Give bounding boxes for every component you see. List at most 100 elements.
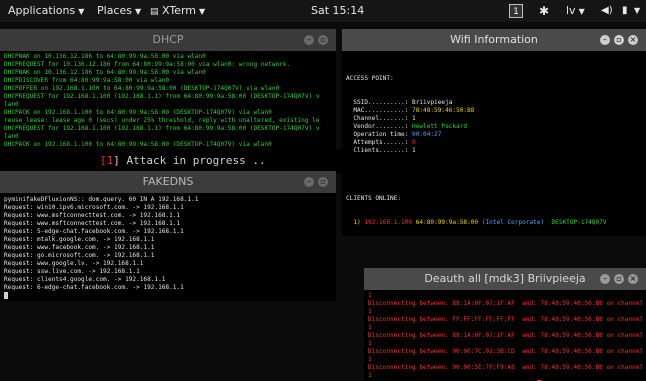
minimize-icon[interactable]: – [304, 35, 314, 45]
dhcp-window: DHCP – ▫ DHCPNAK on 10.136.12.186 to 64:… [0, 29, 336, 151]
field-label: MAC...........: [346, 107, 413, 114]
deauth-log-line: Disconnecting between: FF:FF:FF:FF:FF:FF… [368, 316, 642, 323]
minimize-icon[interactable]: – [304, 177, 314, 187]
maximize-icon[interactable]: ▫ [614, 274, 624, 284]
wifi-window: Wifi Information – ▫ × ACCESS POINT: SSI… [342, 29, 646, 236]
applications-label: Applications [8, 4, 76, 17]
dhcp-log-line: reuse_lease: lease age 0 (secs) under 25… [4, 117, 320, 124]
dhcp-log-line: DHCPREQUEST for 192.168.1.100 (192.168.1… [4, 125, 320, 132]
field-value: 78:48:59:46:50:B8 [412, 107, 475, 114]
chevron-down-icon: ▼ [78, 7, 85, 16]
workspace-indicator[interactable]: 1 [509, 4, 523, 18]
dns-request-line: Request: www.msftconnecttest.com. -> 192… [4, 220, 181, 227]
deauth-log-line: Disconnecting between: 88:1A:0F:07:1F:AF… [368, 300, 642, 307]
dhcp-log-line: DHCPACK on 192.168.1.100 to 64:80:99:9a:… [4, 109, 272, 116]
client-hostname: DESKTOP-174Q07V [551, 219, 607, 226]
clock[interactable]: Sat 15:14 [311, 0, 364, 22]
deauth-log-line: 1 [368, 324, 372, 331]
client-mac: 64:80:99:9a:58:00 [415, 219, 479, 226]
deauth-log-line: 1 [368, 356, 372, 363]
deauth-log-line: 1 [368, 308, 372, 315]
accessibility-icon[interactable]: ✱ [539, 0, 549, 22]
xterm-app-menu[interactable]: ▤ XTerm ▼ [150, 0, 205, 22]
access-point-field: SSID..........: Briivpieeja [346, 99, 642, 107]
places-menu[interactable]: Places ▼ [97, 0, 141, 22]
access-point-field: Operation time: 00:04:27 [346, 131, 642, 139]
client-row: 1) 192.168.1.100 64:80:99:9a:58:00 (Inte… [346, 219, 642, 227]
field-value: 0 [412, 139, 416, 146]
volume-icon[interactable]: ◀) [601, 0, 613, 22]
access-point-field: Channel.......: 1 [346, 115, 642, 123]
dns-request-line: Request: www.facebook.com. -> 192.168.1.… [4, 244, 155, 251]
attack-bracket-open: [ [100, 154, 107, 167]
dns-request-line: Request: 6-edge-chat.facebook.com. -> 19… [4, 284, 184, 291]
deauth-log: 1 Disconnecting between: 88:1A:0F:07:1F:A… [368, 292, 642, 381]
dhcp-log-line: DHCPREQUEST for 10.136.12.186 from 64:80… [4, 61, 291, 68]
access-point-field: MAC...........: 78:48:59:46:50:B8 [346, 107, 642, 115]
maximize-icon[interactable]: ▫ [318, 177, 328, 187]
maximize-icon[interactable]: ▫ [614, 35, 624, 45]
access-point-field: Clients.......: 1 [346, 147, 642, 155]
field-label: SSID..........: [346, 99, 413, 106]
field-value: 1 [412, 115, 416, 122]
deauth-log-line: 1 [368, 292, 372, 299]
dhcp-log: DHCPNAK on 10.136.12.186 to 64:80:99:9a:… [4, 53, 332, 151]
fakedns-log: pyminifakeDFluxionNS:: dom.query. 60 IN … [4, 196, 332, 301]
field-label: Operation time: [346, 131, 413, 138]
attack-status: [1] Attack in progress .. [0, 149, 343, 173]
field-label: Clients.......: [346, 147, 413, 154]
client-ip: 192.168.1.100 [364, 219, 413, 226]
wifi-title: Wifi Information [450, 33, 538, 46]
dns-request-line: Request: win10.ipv6.microsoft.com. -> 19… [4, 204, 184, 211]
places-label: Places [97, 4, 132, 17]
chevron-down-icon: ▼ [199, 7, 206, 16]
wifi-titlebar[interactable]: Wifi Information – ▫ × [342, 29, 646, 51]
field-label: Channel.......: [346, 115, 413, 122]
dns-request-line: Request: clients4.google.com. -> 192.168… [4, 276, 166, 283]
chevron-down-icon: ▼ [578, 7, 585, 16]
fakedns-title: FAKEDNS [142, 175, 194, 188]
fakedns-titlebar[interactable]: FAKEDNS – ▫ [0, 171, 336, 193]
access-point-header: ACCESS POINT: [346, 75, 394, 82]
battery-icon[interactable]: ▮ [622, 0, 628, 22]
dhcp-log-line: DHCPNAK on 10.136.12.186 to 64:80:99:9a:… [4, 69, 206, 76]
dhcp-titlebar[interactable]: DHCP – ▫ [0, 29, 336, 51]
attack-text: ] Attack in progress .. [113, 154, 266, 167]
client-number: 1) [353, 219, 361, 226]
field-value: Briivpieeja [412, 99, 453, 106]
dns-request-line: Request: www.google.lv. -> 192.168.1.1 [4, 260, 144, 267]
keyboard-layout-label: lv [566, 4, 576, 17]
field-label: Vendor........: [346, 123, 413, 130]
field-label: Attempts......: [346, 139, 413, 146]
dns-request-line: Request: www.msftconnecttest.com. -> 192… [4, 212, 181, 219]
field-value: 00:04:27 [412, 131, 442, 138]
wifi-info: ACCESS POINT: SSID..........: Briivpieej… [346, 59, 642, 236]
dns-request-line: pyminifakeDFluxionNS:: dom.query. 60 IN … [4, 196, 199, 203]
chevron-down-icon[interactable]: ▼ [634, 0, 640, 22]
access-point-field: Vendor........: Hewlett Packard [346, 123, 642, 131]
minimize-icon[interactable]: – [600, 35, 610, 45]
deauth-titlebar[interactable]: Deauth all [mdk3] Briivpieeja – ▫ × [364, 268, 646, 290]
field-value: Hewlett Packard [412, 123, 468, 130]
top-panel: Applications ▼ Places ▼ ▤ XTerm ▼ Sat 15:14… [0, 0, 646, 22]
deauth-window: Deauth all [mdk3] Briivpieeja – ▫ × 1 Dis… [364, 268, 646, 381]
deauth-log-line: 1 [368, 340, 372, 347]
maximize-icon[interactable]: ▫ [318, 35, 328, 45]
field-value: 1 [412, 147, 416, 154]
minimize-icon[interactable]: – [600, 274, 610, 284]
access-point-field: Attempts......: 0 [346, 139, 642, 147]
deauth-log-line: Disconnecting between: 00:00:5E:7F:F9:A8… [368, 364, 642, 371]
close-icon[interactable]: × [628, 274, 638, 284]
dhcp-log-line: DHCPACK on 192.168.1.100 to 64:80:99:9a:… [4, 141, 272, 148]
close-icon[interactable]: × [628, 35, 638, 45]
deauth-log-line: Disconnecting between: 00:00:7C:02:3B:CD… [368, 348, 642, 355]
deauth-title: Deauth all [mdk3] Briivpieeja [424, 272, 586, 285]
dns-request-line: Request: go.microsoft.com. -> 192.168.1.… [4, 252, 155, 259]
terminal-icon: ▤ [150, 7, 159, 17]
dhcp-log-line: lan0 [4, 101, 19, 108]
keyboard-layout-menu[interactable]: lv ▼ [566, 0, 585, 22]
applications-menu[interactable]: Applications ▼ [8, 0, 84, 22]
deauth-log-line: 1 [368, 372, 372, 379]
deauth-log-line: Disconnecting between: 88:1A:0F:07:1F:AF… [368, 332, 642, 339]
dhcp-log-line: lan0 [4, 133, 19, 140]
